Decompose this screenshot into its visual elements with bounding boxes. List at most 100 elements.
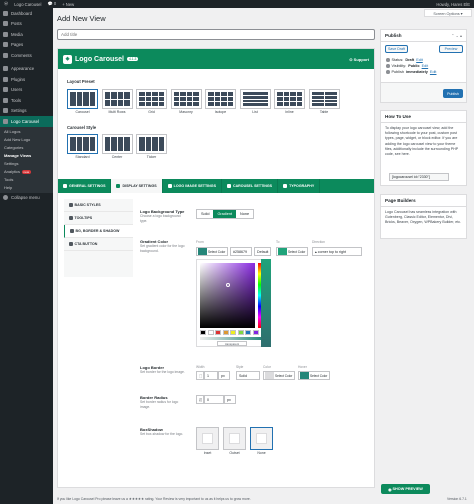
palette-swatch[interactable] <box>230 330 236 335</box>
submenu-manage-views[interactable]: Manage Views <box>0 152 53 160</box>
bg-type-none[interactable]: None <box>236 210 253 218</box>
submenu-add-new-logo[interactable]: Add New Logo <box>0 136 53 144</box>
submenu-help[interactable]: Help <box>0 184 53 192</box>
layout-list-preview <box>239 89 271 109</box>
sidebar-item-dashboard[interactable]: Dashboard <box>0 8 53 19</box>
gradient-from-color-button[interactable]: Select Color <box>196 247 229 256</box>
sidebar-item-appearance[interactable]: Appearance <box>0 64 53 75</box>
submenu-settings[interactable]: Settings <box>0 160 53 168</box>
sidebar-item-pages[interactable]: Pages <box>0 40 53 51</box>
color-saturation-area[interactable] <box>200 263 255 328</box>
preview-block <box>277 102 283 106</box>
status-edit-link[interactable]: Edit <box>416 58 423 62</box>
layout-list[interactable]: List <box>239 89 271 115</box>
opacity-slider[interactable] <box>200 337 263 340</box>
picker-handle[interactable] <box>226 283 230 287</box>
preview-block <box>70 137 76 151</box>
palette-swatch[interactable] <box>237 330 244 335</box>
palette-swatch[interactable] <box>207 330 214 335</box>
boxshadow-none[interactable]: None <box>250 427 273 455</box>
preview-block <box>139 92 145 96</box>
border-unit-select[interactable]: px <box>218 371 230 380</box>
boxshadow-row: BoxShadow Set box-shadow for the logo. <box>140 427 185 437</box>
boxshadow-outset[interactable]: Outset <box>223 427 246 455</box>
comments-link[interactable]: 💬 0 <box>47 1 56 7</box>
screen-options-button[interactable]: Screen Options ▾ <box>424 9 472 17</box>
gradient-to-color-button[interactable]: Select Color <box>276 247 309 256</box>
palette-swatch[interactable] <box>200 330 206 335</box>
tab-display-settings[interactable]: DISPLAY SETTINGS <box>111 179 163 193</box>
carousel-style-standard[interactable]: Standard <box>67 134 98 160</box>
title-input[interactable] <box>57 29 375 40</box>
show-preview-button[interactable]: ◉ SHOW PREVIEW <box>381 484 430 494</box>
tab-logo-image-settings[interactable]: LOGO IMAGE SETTINGS <box>163 179 222 193</box>
layout-isotope[interactable]: Isotope <box>205 89 236 115</box>
publish-button[interactable]: Publish <box>443 89 463 98</box>
sidebar-item-label: Dashboard <box>11 10 33 16</box>
border-width-input[interactable]: 1 <box>204 371 218 380</box>
tab-general-settings[interactable]: GENERAL SETTINGS <box>58 179 112 193</box>
support-link[interactable]: ⊙ Support <box>349 57 369 62</box>
palette-swatch[interactable] <box>252 330 259 335</box>
preview-block <box>324 92 337 95</box>
collapse-chevron-icon[interactable]: ⌃ ⌄ ▴ <box>451 33 462 38</box>
palette-swatch[interactable] <box>222 330 229 335</box>
layout-masonry[interactable]: Masonry <box>170 89 202 115</box>
new-content-link[interactable]: + New <box>62 2 74 7</box>
bg-type-solid[interactable]: Solid <box>197 210 213 218</box>
tab-carousel-settings[interactable]: CAROUSEL SETTINGS <box>222 179 279 193</box>
gradient-default-button[interactable]: Default <box>254 247 272 256</box>
publish-header: Publish ⌃ ⌄ ▴ <box>381 30 466 42</box>
subtab-cta-button[interactable]: CTA BUTTON <box>64 238 133 251</box>
wordpress-icon[interactable]: Ⓦ <box>4 1 8 7</box>
gradient-from-hex-input[interactable]: #258679 <box>230 247 252 256</box>
publish-time-edit-link[interactable]: Edit <box>430 70 437 74</box>
submenu-tools[interactable]: Tools <box>0 176 53 184</box>
palette-swatch[interactable] <box>245 330 251 335</box>
layout-multi-rows[interactable]: Multi Rows <box>101 89 133 115</box>
radius-unit-select[interactable]: px <box>224 395 236 404</box>
site-name-link[interactable]: Logo Carousel <box>14 2 41 7</box>
collapse-menu-button[interactable]: Collapse menu <box>0 193 53 204</box>
subtab-tooltips[interactable]: TOOLTIPS <box>64 212 133 225</box>
picker-value-input[interactable]: transparent <box>217 341 247 346</box>
border-hover-color-button[interactable]: Select Color <box>298 371 331 380</box>
border-color-button[interactable]: Select Color <box>263 371 296 380</box>
submenu-analytics[interactable]: Analytics new <box>0 168 53 176</box>
wp-version: Version 6.7.1 <box>447 497 467 501</box>
tab-typography[interactable]: TYPOGRAPHY <box>278 179 321 193</box>
submenu-categories[interactable]: Categories <box>0 144 53 152</box>
palette-swatch[interactable] <box>215 330 221 335</box>
subtab-basic-styles[interactable]: BASIC STYLES <box>64 199 133 212</box>
save-draft-button[interactable]: Save Draft <box>385 45 408 53</box>
how-to-use-text: To display your logo carousel view, add … <box>385 126 459 157</box>
sidebar-item-plugins[interactable]: Plugins <box>0 74 53 85</box>
border-radius-input[interactable]: 0 <box>204 395 224 404</box>
sidebar-item-users[interactable]: Users <box>0 85 53 96</box>
sidebar-item-media[interactable]: Media <box>0 29 53 40</box>
layout-table[interactable]: Table <box>308 89 340 115</box>
boxshadow-inset[interactable]: Inset <box>196 427 219 455</box>
gradient-direction-select[interactable]: ▴ corner top to right <box>312 247 362 256</box>
carousel-style-ticker[interactable]: Ticker <box>136 134 167 160</box>
layout-carousel[interactable]: Carousel <box>67 89 98 115</box>
visibility-label: Visibility: <box>391 64 407 68</box>
shortcode-field[interactable]: [logocarousel id="2330"] <box>389 173 449 181</box>
bg-type-gradient[interactable]: Gradient <box>213 210 237 218</box>
sidebar-item-settings[interactable]: Settings <box>0 106 53 117</box>
visibility-edit-link[interactable]: Edit <box>422 64 429 68</box>
layout-grid[interactable]: Grid <box>136 89 167 115</box>
carousel-style-center[interactable]: Center <box>101 134 133 160</box>
subtab-tooltips-icon <box>69 216 73 220</box>
status-value: Draft <box>405 58 415 62</box>
sidebar-item-comments[interactable]: Comments <box>0 50 53 61</box>
border-style-select[interactable]: Solid <box>236 371 260 380</box>
submenu-all-logos[interactable]: All Logos <box>0 128 53 136</box>
sidebar-item-tools[interactable]: Tools <box>0 95 53 106</box>
preview-button[interactable]: Preview <box>439 45 463 53</box>
howdy-user[interactable]: Howdy, Hares ElE <box>436 2 470 7</box>
sidebar-item-logo-carousel[interactable]: Logo Carousel <box>0 116 53 127</box>
sidebar-item-posts[interactable]: Posts <box>0 19 53 30</box>
layout-inline[interactable]: Inline <box>274 89 305 115</box>
subtab-bg-border-shadow[interactable]: BG, BORDER & SHADOW <box>64 225 133 238</box>
